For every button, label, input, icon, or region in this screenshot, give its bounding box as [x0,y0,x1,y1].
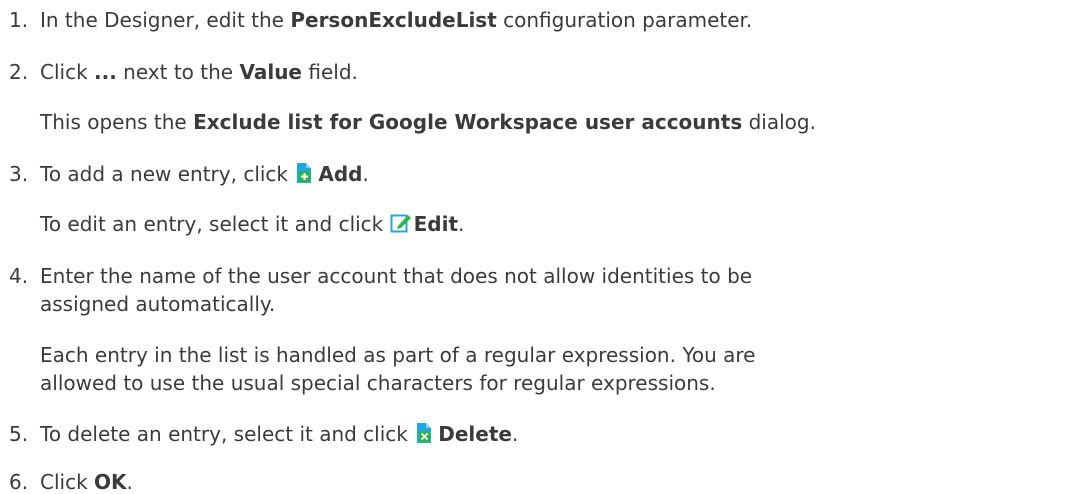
procedure-steps: 1. In the Designer, edit the PersonExclu… [0,0,1081,494]
step-number: 4. [9,264,29,288]
step-number: 3. [9,162,29,186]
edit-label: Edit [413,212,459,236]
delete-document-icon [414,422,434,444]
step-note: This opens the Exclude list for Google W… [40,110,816,134]
step-note: To edit an entry, select it and click Ed… [40,212,465,236]
step-text: Click ... next to the Value field. [40,60,358,84]
step-text-line-1: Enter the name of the user account that … [40,264,753,288]
step-text: Click OK. [40,470,133,494]
step-text-line-2: assigned automatically. [40,292,276,316]
step-text: To delete an entry, select it and click … [40,422,519,446]
add-label: Add [318,162,363,186]
step-note-line-2: allowed to use the usual special charact… [40,371,716,395]
dialog-name: Exclude list for Google Workspace user a… [193,110,743,134]
step-number: 1. [9,8,29,32]
add-document-icon [294,162,314,184]
step-text: To add a new entry, click Add. [40,162,369,186]
step-text: In the Designer, edit the PersonExcludeL… [40,8,753,32]
delete-label: Delete [438,422,512,446]
step-number: 2. [9,60,29,84]
step-note-line-1: Each entry in the list is handled as par… [40,343,756,367]
step-number: 6. [9,470,29,494]
edit-icon [390,212,411,234]
ok-label: OK [94,470,127,494]
value-field-label: Value [239,60,302,84]
ellipsis-button-label: ... [94,60,117,84]
parameter-name: PersonExcludeList [290,8,497,32]
step-number: 5. [9,422,29,446]
